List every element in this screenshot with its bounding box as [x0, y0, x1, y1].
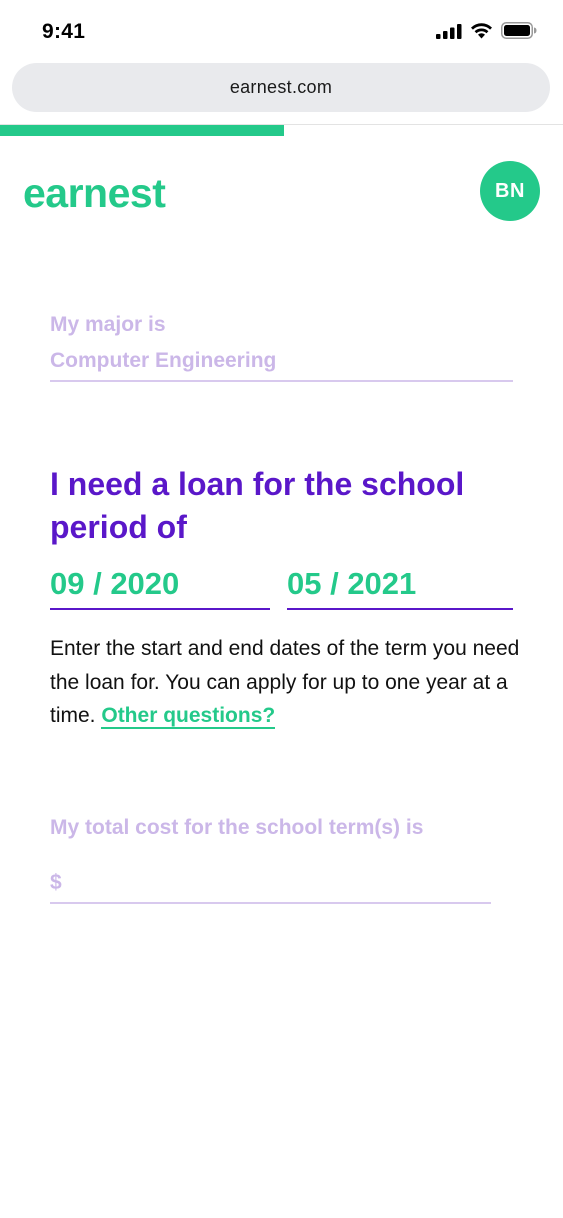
battery-icon	[501, 22, 537, 39]
major-field[interactable]: Computer Engineering	[50, 349, 276, 373]
loan-period-help: Enter the start and end dates of the ter…	[50, 632, 520, 733]
user-avatar[interactable]: BN	[480, 161, 540, 221]
loan-period-question: I need a loan for the school period of	[50, 466, 465, 545]
status-time: 9:41	[42, 20, 86, 43]
wifi-icon	[471, 23, 492, 39]
url-text: earnest.com	[229, 77, 333, 97]
cellular-signal-icon	[436, 23, 462, 39]
status-bar: 9:41	[0, 0, 563, 62]
earnest-logo[interactable]: earnest	[23, 164, 178, 214]
end-date-field[interactable]: 05 / 2021	[287, 564, 513, 610]
major-field-underline	[50, 380, 513, 382]
progress-bar-fill	[0, 125, 285, 136]
start-date-field[interactable]: 09 / 2020	[50, 564, 270, 610]
other-questions-link[interactable]: Other questions?	[101, 704, 276, 729]
address-bar[interactable]: earnest.com	[12, 63, 550, 112]
major-label: My major is	[50, 313, 166, 336]
status-icons	[436, 22, 537, 39]
total-cost-input[interactable]	[50, 864, 491, 904]
total-cost-label: My total cost for the school term(s) is	[50, 816, 424, 839]
logo-wordmark: earnest	[23, 170, 166, 214]
progress-bar	[0, 125, 563, 136]
